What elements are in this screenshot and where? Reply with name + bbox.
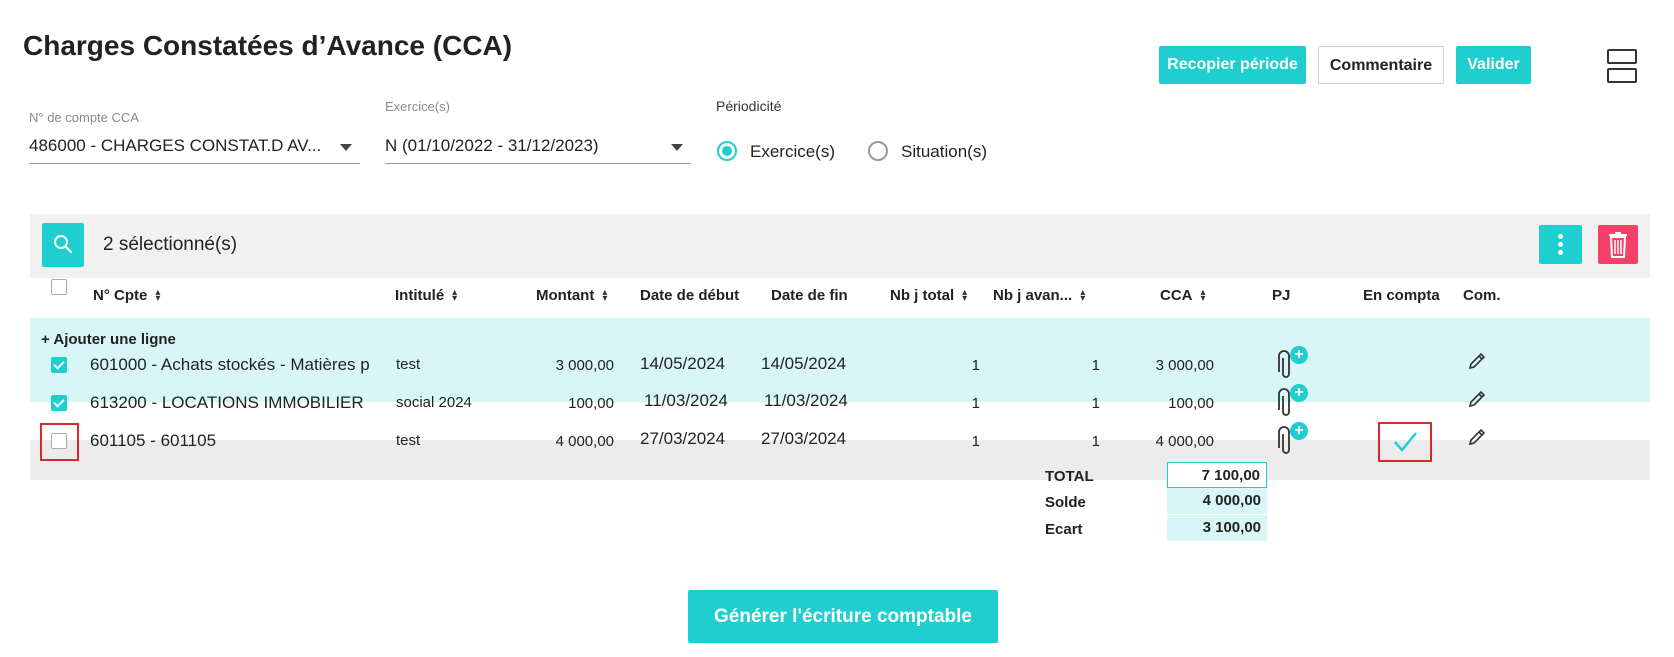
col-amount[interactable]: Montant ▴ ▾ [536,287,607,304]
row-label: test [396,432,421,449]
col-end-date: Date de fin [771,287,848,304]
radio-exercise[interactable] [717,141,737,161]
selected-count: 2 sélectionné(s) [103,234,238,255]
row-label: test [396,356,421,373]
sort-icon: ▴ ▾ [155,287,161,305]
row-account: 601105 - 601105 [90,431,217,450]
copy-period-button[interactable]: Recopier période [1159,46,1306,84]
comment-button[interactable]: Commentaire [1318,46,1444,84]
account-select[interactable]: 486000 - CHARGES CONSTAT.D AV... [29,130,360,164]
row-cca: 4 000,00 [1155,433,1214,450]
generate-entry-button[interactable]: Générer l'écriture comptable [688,590,998,643]
row-amount: 100,00 [568,395,614,412]
pencil-icon[interactable] [1467,427,1487,447]
row-account: 601000 - Achats stockés - Matières p [90,355,370,374]
row-cca: 100,00 [1168,395,1214,412]
col-nb-days-total[interactable]: Nb j total ▴ ▾ [890,287,967,304]
solde-label: Solde [1045,494,1086,511]
sort-icon: ▴ ▾ [1080,287,1086,305]
attach-button[interactable]: + [1276,422,1310,454]
col-attachment: PJ [1272,287,1291,304]
plus-icon: + [1290,422,1308,440]
account-select-value: 486000 - CHARGES CONSTAT.D AV... [29,136,322,155]
row-checkbox[interactable] [51,357,67,373]
row-nb-adv: 1 [1091,357,1100,374]
select-all-checkbox[interactable] [51,279,67,295]
account-field-label: N° de compte CCA [29,110,139,125]
col-cca[interactable]: CCA ▴ ▾ [1160,287,1206,304]
plus-icon: + [1290,384,1308,402]
trash-icon [1609,232,1627,258]
plus-icon: + [1290,346,1308,364]
ecart-value: 3 100,00 [1167,515,1267,541]
row-nb-total: 1 [971,395,980,412]
row-account: 613200 - LOCATIONS IMMOBILIER [90,393,364,412]
kebab-menu-icon [1558,234,1563,239]
col-start-date: Date de début [640,287,740,304]
row-start-date[interactable]: 27/03/2024 [640,429,725,449]
more-actions-button[interactable] [1539,225,1582,264]
col-comment: Com. [1463,287,1501,304]
delete-button[interactable] [1598,225,1638,264]
checkmark-icon[interactable] [1392,430,1418,454]
total-value: 7 100,00 [1167,462,1267,488]
highlight-box [40,423,79,461]
table-toolbar [30,214,1650,278]
radio-exercise-label: Exercice(s) [750,142,836,161]
col-label[interactable]: Intitulé ▴ ▾ [395,287,457,304]
radio-situation[interactable] [868,141,888,161]
exercise-select[interactable]: N (01/10/2022 - 31/12/2023) [385,130,691,164]
attach-button[interactable]: + [1276,384,1310,416]
ecart-label: Ecart [1045,521,1083,538]
sort-icon: ▴ ▾ [1200,287,1206,305]
col-in-compta: En compta [1363,287,1440,304]
search-button[interactable] [42,223,84,267]
col-account[interactable]: N° Cpte ▴ ▾ [93,287,160,304]
pencil-icon[interactable] [1467,351,1487,371]
search-icon [54,235,73,254]
row-nb-total: 1 [971,357,980,374]
row-checkbox[interactable] [51,395,67,411]
chevron-down-icon [671,144,683,151]
row-end-date[interactable]: 14/05/2024 [761,354,846,374]
split-view-icon[interactable] [1607,49,1637,83]
row-amount: 3 000,00 [555,357,614,374]
exercise-field-label: Exercice(s) [385,99,451,114]
row-end-date[interactable]: 11/03/2024 [764,391,848,411]
solde-value: 4 000,00 [1167,488,1267,514]
chevron-down-icon [340,144,352,151]
add-line-link[interactable]: + Ajouter une ligne [41,331,176,348]
total-label: TOTAL [1045,468,1094,485]
row-cca: 3 000,00 [1155,357,1214,374]
radio-situation-label: Situation(s) [901,142,987,161]
page-title: Charges Constatées d’Avance (CCA) [23,30,513,61]
row-nb-total: 1 [971,433,980,450]
row-start-date[interactable]: 11/03/2024 [644,391,728,411]
exercise-select-value: N (01/10/2022 - 31/12/2023) [385,136,599,155]
row-nb-adv: 1 [1091,433,1100,450]
row-start-date[interactable]: 14/05/2024 [640,354,725,374]
sort-icon: ▴ ▾ [962,287,968,305]
col-nb-days-advance[interactable]: Nb j avan... ▴ ▾ [993,287,1085,304]
attach-button[interactable]: + [1276,346,1310,378]
row-amount: 4 000,00 [555,433,614,450]
periodicity-label: Périodicité [716,98,782,114]
validate-button[interactable]: Valider [1456,46,1531,84]
pencil-icon[interactable] [1467,389,1487,409]
sort-icon: ▴ ▾ [602,287,608,305]
row-end-date[interactable]: 27/03/2024 [761,429,846,449]
sort-icon: ▴ ▾ [452,287,458,305]
row-label: social 2024 [396,394,472,411]
row-nb-adv: 1 [1091,395,1100,412]
